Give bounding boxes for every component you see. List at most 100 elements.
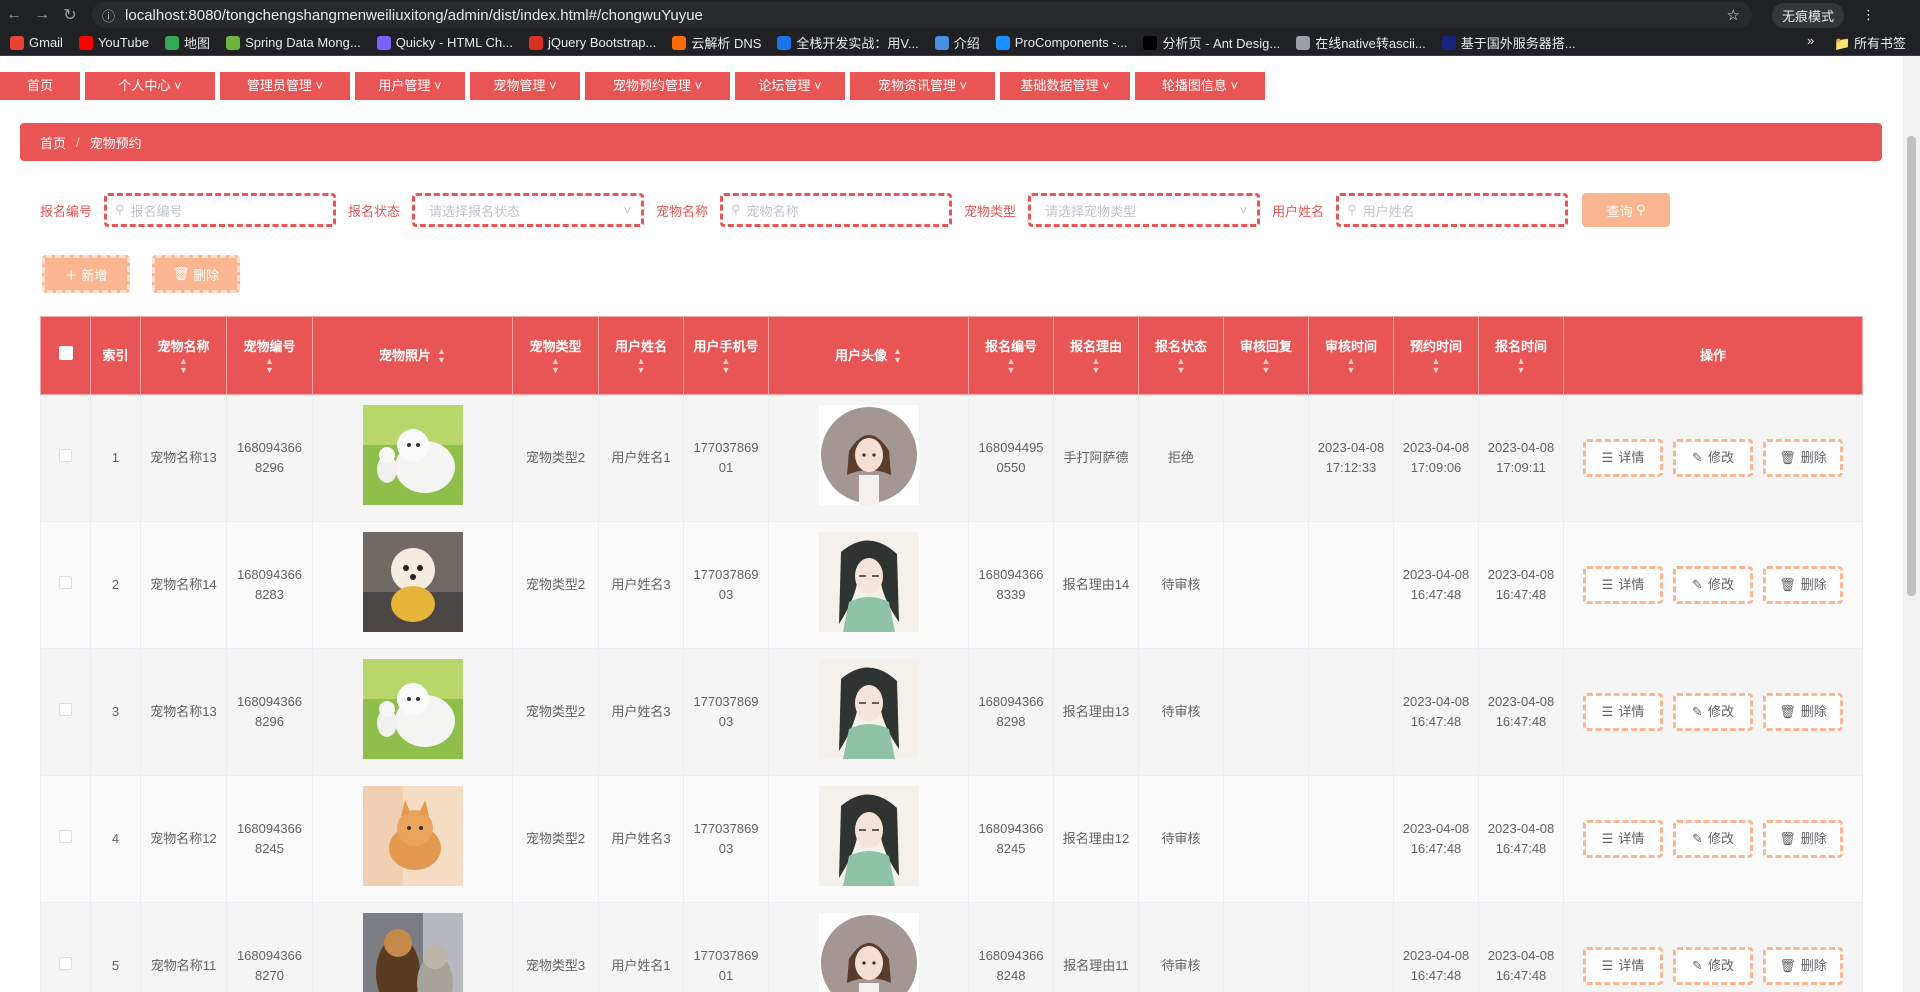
bookmark-item[interactable]: 全栈开发实战：用V... <box>777 33 919 52</box>
sort-icon[interactable]: ▲ ▼ <box>1483 356 1559 375</box>
sort-icon[interactable]: ▲ ▼ <box>893 347 902 365</box>
pet-photo-image[interactable] <box>362 405 463 505</box>
select-all-checkbox[interactable] <box>58 345 73 360</box>
star-icon[interactable]: ☆ <box>1727 6 1740 24</box>
sort-icon[interactable]: ▲ ▼ <box>1313 356 1389 375</box>
sort-icon[interactable]: ▲ ▼ <box>1058 356 1134 375</box>
delete-button[interactable]: 🗑 删除 <box>1763 566 1843 604</box>
row-checkbox[interactable] <box>59 449 72 462</box>
menu-item[interactable]: 个人中心 ˅ <box>85 72 215 100</box>
bookmark-item[interactable]: 地图 <box>165 33 210 52</box>
sort-icon[interactable]: ▲ ▼ <box>517 356 594 375</box>
sort-icon[interactable]: ▲ ▼ <box>1398 356 1474 375</box>
search-select[interactable]: 请选择宠物类型 ˅ <box>1028 193 1261 227</box>
edit-button[interactable]: ✎ 修改 <box>1673 566 1753 604</box>
search-input[interactable]: ⚲ 用户姓名 <box>1336 193 1569 227</box>
column-header[interactable]: 用户头像 ▲ ▼ <box>768 316 969 395</box>
row-checkbox[interactable] <box>59 957 72 970</box>
edit-button[interactable]: ✎ 修改 <box>1673 820 1753 858</box>
bookmarks-overflow-icon[interactable]: » <box>1807 33 1814 52</box>
column-header[interactable]: 预约时间 ▲ ▼ <box>1393 316 1479 395</box>
column-header[interactable]: 操作 <box>1563 316 1863 395</box>
user-avatar-image[interactable] <box>818 532 919 632</box>
pet-photo-image[interactable] <box>362 532 463 632</box>
menu-item[interactable]: 用户管理 ˅ <box>355 72 465 100</box>
column-header[interactable]: 审核回复 ▲ ▼ <box>1223 316 1309 395</box>
bookmark-item[interactable]: YouTube <box>78 35 149 50</box>
more-menu-icon[interactable]: ⋮ <box>1862 7 1875 23</box>
search-select[interactable]: 请选择报名状态 ˅ <box>412 193 645 227</box>
column-header[interactable]: 报名编号 ▲ ▼ <box>968 316 1054 395</box>
add-button[interactable]: ＋ 新增 <box>42 255 130 293</box>
edit-button[interactable]: ✎ 修改 <box>1673 947 1753 985</box>
pet-photo-image[interactable] <box>362 913 463 992</box>
delete-button[interactable]: 🗑 删除 <box>1763 693 1843 731</box>
user-avatar-image[interactable] <box>818 659 919 759</box>
address-bar[interactable]: ⓘ localhost:8080/tongchengshangmenweiliu… <box>92 2 1752 28</box>
reload-icon[interactable]: ↻ <box>56 5 84 25</box>
detail-button[interactable]: ☰ 详情 <box>1583 947 1663 985</box>
search-input[interactable]: ⚲ 宠物名称 <box>720 193 953 227</box>
column-header[interactable]: 用户手机号 ▲ ▼ <box>683 316 769 395</box>
bookmark-item[interactable]: 基于国外服务器搭... <box>1441 33 1576 52</box>
column-header[interactable]: 用户姓名 ▲ ▼ <box>598 316 684 395</box>
detail-button[interactable]: ☰ 详情 <box>1583 820 1663 858</box>
batch-delete-button[interactable]: 🗑 删除 <box>152 255 240 293</box>
incognito-badge[interactable]: 无痕模式 <box>1772 2 1845 28</box>
menu-item[interactable]: 宠物预约管理 ˅ <box>585 72 730 100</box>
back-icon[interactable]: ← <box>0 6 28 24</box>
menu-item[interactable]: 轮播图信息 ˅ <box>1135 72 1265 100</box>
bookmark-item[interactable]: 在线native转ascii... <box>1296 33 1426 52</box>
sort-icon[interactable]: ▲ ▼ <box>973 356 1049 375</box>
bookmark-item[interactable]: Quicky - HTML Ch... <box>376 35 513 50</box>
table-row[interactable]: 2 宠物名称14 1680943668283 宠物类型2 用户姓名3 1770378690… <box>40 521 1863 649</box>
bookmark-item[interactable]: Gmail <box>10 35 63 50</box>
table-row[interactable]: 1 宠物名称13 1680943668296 宠物类型2 用户姓名1 1770378690… <box>40 394 1863 522</box>
sort-icon[interactable]: ▲ ▼ <box>688 356 764 375</box>
delete-button[interactable]: 🗑 删除 <box>1763 820 1843 858</box>
menu-item[interactable]: 宠物管理 ˅ <box>470 72 580 100</box>
forward-icon[interactable]: → <box>28 6 56 24</box>
row-checkbox[interactable] <box>59 830 72 843</box>
detail-button[interactable]: ☰ 详情 <box>1583 439 1663 477</box>
column-header[interactable]: 宠物照片 ▲ ▼ <box>312 316 513 395</box>
delete-button[interactable]: 🗑 删除 <box>1763 439 1843 477</box>
site-info-icon[interactable]: ⓘ <box>102 6 115 25</box>
detail-button[interactable]: ☰ 详情 <box>1583 693 1663 731</box>
edit-button[interactable]: ✎ 修改 <box>1673 439 1753 477</box>
sort-icon[interactable]: ▲ ▼ <box>1228 356 1304 375</box>
table-row[interactable]: 3 宠物名称13 1680943668296 宠物类型2 用户姓名3 1770378690… <box>40 648 1863 776</box>
sort-icon[interactable]: ▲ ▼ <box>603 356 679 375</box>
sort-icon[interactable]: ▲ ▼ <box>437 347 446 365</box>
scrollbar-thumb[interactable] <box>1907 136 1916 596</box>
delete-button[interactable]: 🗑 删除 <box>1763 947 1843 985</box>
page-scrollbar[interactable] <box>1903 56 1920 992</box>
menu-item[interactable]: 首页 <box>0 72 80 100</box>
pet-photo-image[interactable] <box>362 786 463 886</box>
bookmark-item[interactable]: 介绍 <box>934 33 980 52</box>
menu-item[interactable]: 宠物资讯管理 ˅ <box>850 72 995 100</box>
sort-icon[interactable]: ▲ ▼ <box>145 356 222 375</box>
bookmark-item[interactable]: Spring Data Mong... <box>226 35 361 50</box>
pet-photo-image[interactable] <box>362 659 463 759</box>
menu-item[interactable]: 基础数据管理 ˅ <box>1000 72 1130 100</box>
bookmark-item[interactable]: jQuery Bootstrap... <box>528 35 656 50</box>
bookmark-item[interactable]: 分析页 - Ant Desig... <box>1143 33 1280 52</box>
column-header[interactable]: 索引 <box>90 316 141 395</box>
sort-icon[interactable]: ▲ ▼ <box>231 356 308 375</box>
bookmark-item[interactable]: ProComponents -... <box>995 35 1127 50</box>
breadcrumb-home[interactable]: 首页 <box>40 133 66 152</box>
column-header[interactable]: 审核时间 ▲ ▼ <box>1308 316 1394 395</box>
column-header[interactable]: 宠物类型 ▲ ▼ <box>512 316 599 395</box>
menu-item[interactable]: 管理员管理 ˅ <box>220 72 350 100</box>
user-avatar-image[interactable] <box>818 405 919 505</box>
column-header[interactable]: 宠物名称 ▲ ▼ <box>140 316 227 395</box>
column-header[interactable]: 报名时间 ▲ ▼ <box>1478 316 1564 395</box>
column-header[interactable]: 报名状态 ▲ ▼ <box>1138 316 1224 395</box>
search-input[interactable]: ⚲ 报名编号 <box>104 193 337 227</box>
query-button[interactable]: 查询 ⚲ <box>1582 193 1671 227</box>
bookmark-item[interactable]: 云解析 DNS <box>672 33 761 52</box>
column-header[interactable]: 宠物编号 ▲ ▼ <box>226 316 313 395</box>
menu-item[interactable]: 论坛管理 ˅ <box>735 72 845 100</box>
column-header[interactable]: 报名理由 ▲ ▼ <box>1053 316 1139 395</box>
